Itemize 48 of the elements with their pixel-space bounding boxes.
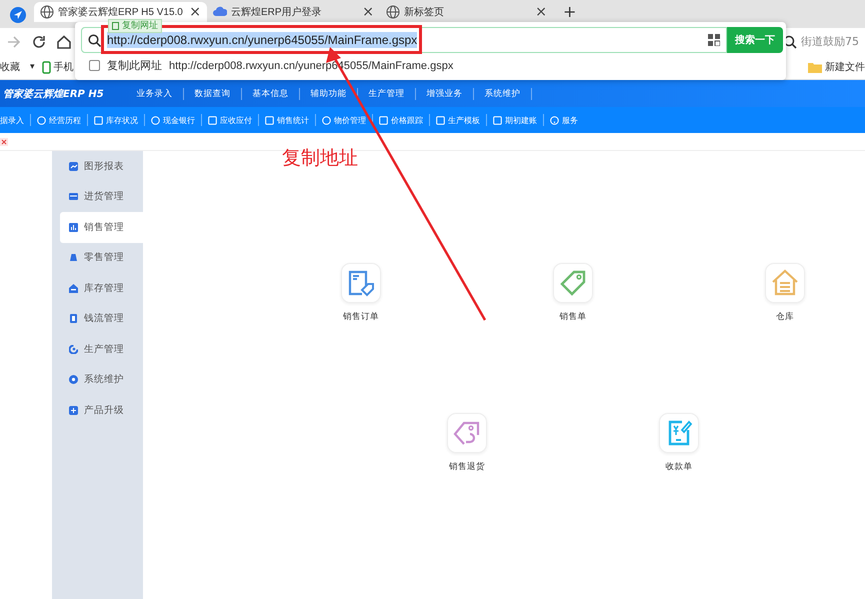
sidebar-item[interactable]: 零售管理 <box>60 242 143 273</box>
search-field[interactable]: 街道鼓励75 <box>783 34 859 49</box>
menu-item[interactable]: 生产管理 <box>358 88 415 100</box>
tile-label[interactable]: 收款单 <box>666 461 692 473</box>
bookmark-link[interactable]: 新建文件 <box>808 60 865 74</box>
sidebar-item[interactable]: 图形报表 <box>60 151 143 182</box>
sidebar-item[interactable]: 生产管理 <box>60 334 143 364</box>
sidebar-item[interactable]: 进货管理 <box>60 182 143 212</box>
tile-label[interactable]: 销售订单 <box>343 311 379 323</box>
browser-tab[interactable]: 新标签页 × <box>380 2 553 22</box>
menu-item[interactable]: 数据查询 <box>184 88 241 100</box>
menu-item[interactable]: 增强业务 <box>416 88 473 100</box>
tile-label[interactable]: 销售退货 <box>449 461 485 473</box>
toolbar-item[interactable]: 物价管理 <box>316 114 372 126</box>
toolbar-item[interactable]: 价格跟踪 <box>373 114 429 126</box>
toolbar-item[interactable]: 现金银行 <box>145 114 201 126</box>
new-tab-button[interactable]: + <box>563 2 576 22</box>
sidebar-item[interactable]: 钱流管理 <box>60 304 143 334</box>
caret-icon[interactable]: ▾ <box>30 62 35 72</box>
bookmarks-label[interactable]: 收藏 <box>0 60 20 74</box>
bookmark-link[interactable]: 手机 <box>42 60 74 74</box>
close-icon[interactable]: × <box>535 4 547 20</box>
sidebar-item[interactable]: 产品升级 <box>60 395 143 426</box>
toolbar-item[interactable]: 应收应付 <box>202 114 258 126</box>
browser-tab[interactable]: 管家婆云辉煌ERP H5 V15.0 × <box>34 2 207 22</box>
sidebar-item[interactable]: 系统维护 <box>60 364 143 395</box>
toolbar-item[interactable]: 库存状况 <box>88 114 144 126</box>
close-icon[interactable]: × <box>189 4 201 20</box>
tile-label[interactable]: 仓库 <box>776 311 794 323</box>
app-logo: 管家婆云辉煌ERP H5 <box>2 87 105 100</box>
menu-item[interactable]: 系统维护 <box>474 88 531 100</box>
sidebar-item[interactable]: 库存管理 <box>60 273 143 304</box>
menu-item[interactable]: 辅助功能 <box>300 88 357 100</box>
toolbar-item[interactable]: 销售统计 <box>259 114 315 126</box>
suggestion-label[interactable]: 复制此网址 <box>107 58 162 73</box>
menu-item[interactable]: 基本信息 <box>242 88 299 100</box>
toolbar-item[interactable]: 服务 <box>544 114 584 126</box>
toolbar-item[interactable]: 期初建账 <box>487 114 543 126</box>
browser-tab[interactable]: 云辉煌ERP用户登录 × <box>207 2 380 22</box>
menu-item[interactable]: 业务录入 <box>126 88 183 100</box>
toolbar-item[interactable]: 经营历程 <box>31 114 87 126</box>
toolbar-item[interactable]: 生产模板 <box>430 114 486 126</box>
toolbar-item[interactable]: 据录入 <box>0 114 30 126</box>
copy-tooltip: 复制网址 <box>108 19 162 33</box>
tile-label[interactable]: 销售单 <box>560 311 586 323</box>
annotation-text: 复制地址 <box>282 146 358 171</box>
close-icon[interactable]: × <box>362 4 374 20</box>
sidebar-item[interactable]: 销售管理 <box>60 212 143 242</box>
